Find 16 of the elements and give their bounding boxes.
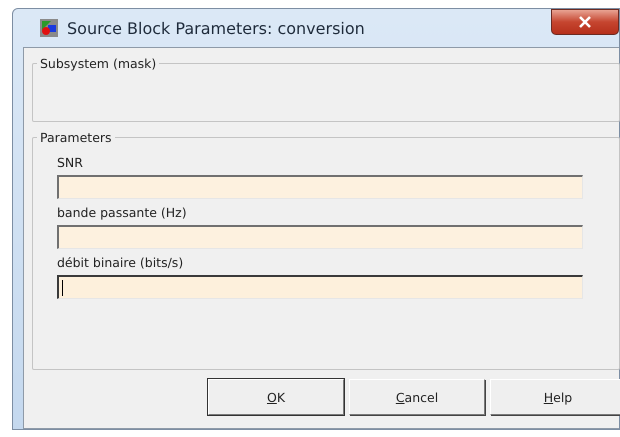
field-label: SNR	[57, 155, 84, 170]
input-field[interactable]	[57, 225, 583, 249]
window-title: Source Block Parameters: conversion	[67, 18, 365, 38]
block-diagram-icon	[39, 18, 59, 38]
group-title: Subsystem (mask)	[39, 56, 158, 71]
close-button[interactable]	[551, 9, 619, 35]
dialog-button[interactable]: OK	[208, 379, 344, 415]
field-label: bande passante (Hz)	[57, 205, 188, 220]
input-field[interactable]	[57, 275, 583, 299]
input-field[interactable]	[57, 175, 583, 199]
dialog-button[interactable]: Help	[490, 379, 620, 415]
dialog-button[interactable]: Cancel	[349, 379, 485, 415]
group-title: Parameters	[39, 130, 113, 145]
close-icon	[578, 16, 592, 28]
field-label: débit binaire (bits/s)	[57, 255, 184, 270]
text-cursor	[62, 280, 63, 296]
